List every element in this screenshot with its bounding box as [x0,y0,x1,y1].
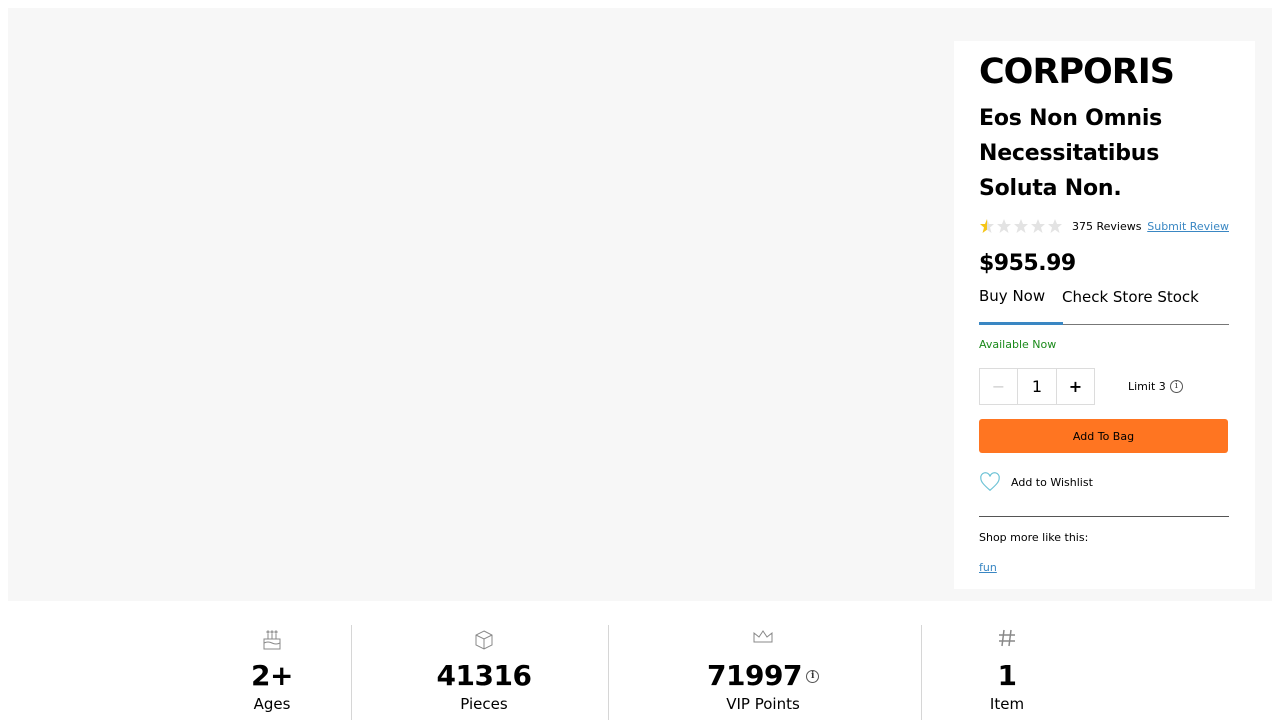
rating-stars [979,218,1063,234]
stat-divider [608,625,609,720]
stat-divider [921,625,922,720]
rating-row: 375 Reviews Submit Review [979,217,1229,235]
stat-vip-points-label: VIP Points [726,695,800,713]
availability-status: Available Now [979,338,1057,351]
stat-vip-points-number: 71997 [707,659,802,692]
star-empty-icon [1014,219,1028,233]
tab-check-store-stock[interactable]: Check Store Stock [1062,286,1199,326]
hash-icon [999,629,1015,647]
product-hero: CORPORIS Eos Non Omnis Necessitatibus So… [8,8,1272,601]
stat-item: 1 Item [947,625,1067,720]
product-stats: 2+ Ages 41316 Pieces 71997 i VIP Points [0,601,1280,720]
info-icon[interactable]: i [1169,380,1183,393]
product-title: Eos Non Omnis Necessitatibus Soluta Non. [979,106,1163,201]
add-to-wishlist[interactable]: Add to Wishlist [979,471,1093,493]
tab-buy-now[interactable]: Buy Now [979,285,1063,325]
star-empty-icon [997,219,1011,233]
purchase-tabs: Buy Now Check Store Stock [979,285,1229,325]
quantity-decrease-button[interactable]: − [980,369,1018,404]
star-empty-icon [1031,219,1045,233]
stat-ages-value: 2+ [251,659,293,692]
divider [979,516,1229,517]
crown-icon [753,630,773,643]
stat-vip-points: 71997 i VIP Points [693,625,833,720]
quantity-increase-button[interactable]: + [1056,369,1094,404]
stat-ages-label: Ages [253,695,291,713]
quantity-limit-label: Limit 3 [1128,380,1166,393]
quantity-stepper: − 1 + [979,368,1095,405]
star-empty-icon [1048,219,1062,233]
quantity-limit: Limit 3 i [1128,380,1183,393]
info-icon[interactable]: i [805,669,819,683]
stat-pieces: 41316 Pieces [414,625,554,720]
product-info-panel: CORPORIS Eos Non Omnis Necessitatibus So… [954,41,1255,589]
submit-review-link[interactable]: Submit Review [1147,220,1229,233]
cake-icon [263,630,281,650]
stat-ages: 2+ Ages [212,625,332,720]
stat-vip-points-value: 71997 i [693,659,833,693]
add-to-bag-button[interactable]: Add To Bag [979,419,1228,453]
stat-pieces-value: 41316 [436,659,532,692]
brick-icon [475,630,493,650]
heart-icon [980,472,1000,492]
wishlist-label: Add to Wishlist [1011,475,1093,489]
reviews-count: 375 Reviews [1072,219,1142,233]
quantity-value[interactable]: 1 [1018,369,1056,404]
stat-divider [351,625,352,720]
stat-pieces-label: Pieces [460,695,508,713]
star-half-icon [980,219,994,233]
tag-link[interactable]: fun [979,561,997,574]
brand-name: CORPORIS [979,52,1175,92]
shop-more-label: Shop more like this: [979,531,1089,544]
product-price: $955.99 [979,251,1076,276]
stat-item-value: 1 [997,659,1017,692]
stat-item-label: Item [989,695,1025,713]
